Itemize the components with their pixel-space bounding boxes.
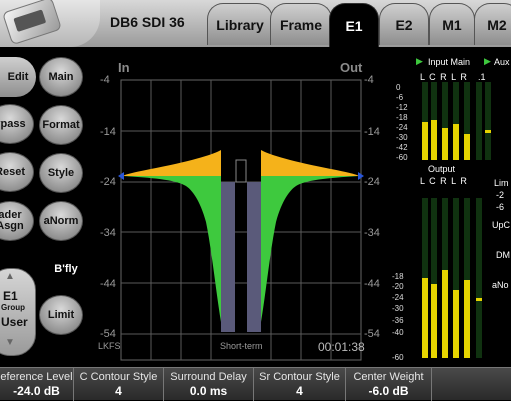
out-scale-6: -60	[392, 353, 404, 362]
limiter-value-2: -6	[496, 202, 505, 212]
param-reference-level[interactable]: eference Level -24.0 dB	[0, 368, 74, 401]
param-value: -6.0 dB	[368, 384, 409, 398]
output-label: Output	[428, 164, 456, 174]
param-value: -24.0 dB	[13, 384, 60, 398]
scale-right-3: -34	[364, 227, 380, 239]
scale-right-2: -24	[364, 176, 380, 188]
output-channel-labels: L C R L R	[420, 176, 468, 186]
out-scale-4: -36	[392, 316, 404, 325]
tab-e2[interactable]: E2	[379, 3, 429, 45]
param-label: Center Weight	[353, 371, 424, 383]
anorm-button[interactable]: aNorm	[39, 201, 83, 241]
aux-peak-marker	[485, 130, 491, 133]
scale-right-0: -4	[364, 74, 374, 86]
out-soft-wing	[261, 176, 359, 322]
param-center-weight[interactable]: Center Weight -6.0 dB	[346, 368, 432, 401]
param-surround-delay[interactable]: Surround Delay 0.0 ms	[164, 368, 254, 401]
parameter-bar: eference Level -24.0 dB C Contour Style …	[0, 367, 511, 401]
scale-left-5: -54	[100, 328, 116, 340]
in-soft-wing	[123, 176, 221, 322]
tab-frame[interactable]: Frame	[270, 3, 332, 45]
param-c-contour-style[interactable]: C Contour Style 4	[74, 368, 164, 401]
output-lfe-peak-marker	[476, 298, 482, 301]
meter-grid	[120, 79, 362, 361]
group-label: Group	[1, 303, 25, 312]
anorm-status-label: aNo	[492, 280, 509, 290]
param-label: Surround Delay	[170, 371, 247, 383]
in-level-bar	[221, 182, 235, 332]
mode-label: Short-term	[220, 341, 263, 351]
limiter-label: Lim	[494, 178, 509, 188]
butterfly-meter: In Out -4 -14 -24 -34 -44 -54 -4 -14 -24…	[96, 52, 386, 362]
out-scale-5: -40	[392, 328, 404, 337]
tab-m2[interactable]: M2	[474, 3, 511, 45]
in-label: In	[118, 60, 130, 75]
scale-right-1: -14	[364, 126, 380, 138]
main-button[interactable]: Main	[39, 57, 83, 97]
out-scale-1: -20	[392, 282, 404, 291]
device-icon	[2, 0, 62, 46]
scale-left-3: -34	[100, 227, 116, 239]
param-sr-contour-style[interactable]: Sr Contour Style 4	[254, 368, 346, 401]
out-scale-0: -18	[392, 272, 404, 281]
out-scale-2: -24	[392, 293, 404, 302]
out-scale-3: -30	[392, 304, 404, 313]
param-value: 4	[115, 384, 122, 398]
format-button[interactable]: Format	[39, 105, 83, 145]
scale-left-0: -4	[100, 74, 110, 86]
center-peak-marker	[235, 159, 247, 183]
group-selector[interactable]: ▲ E1 Group User ▼	[0, 268, 36, 356]
tab-library[interactable]: Library	[207, 3, 273, 45]
level-meters-panel: ▶ Input Main ▶ Aux L C R L R .1 0 -6 -12…	[388, 52, 511, 365]
limit-button[interactable]: Limit	[39, 295, 83, 335]
out-level-bar	[247, 182, 261, 332]
level-bars-graphic	[422, 82, 491, 358]
chevron-down-icon[interactable]: ▼	[5, 337, 15, 348]
tab-e1[interactable]: E1	[329, 3, 379, 47]
group-channel: E1	[3, 289, 18, 303]
device-area	[0, 0, 100, 47]
meter-graphic	[118, 79, 364, 361]
scale-left-2: -24	[100, 176, 116, 188]
param-label: Sr Contour Style	[259, 371, 340, 383]
unit-label: LKFS	[98, 341, 121, 351]
device-title: DB6 SDI 36	[110, 14, 185, 30]
style-button[interactable]: Style	[39, 153, 83, 193]
param-value: 0.0 ms	[189, 384, 228, 398]
group-user: User	[1, 315, 28, 329]
scale-left-4: -44	[100, 278, 116, 290]
out-label: Out	[340, 60, 363, 75]
out-loud-wing	[261, 150, 359, 176]
time-readout: 00:01:38	[318, 340, 365, 354]
tab-m1[interactable]: M1	[429, 3, 475, 45]
scale-right-4: -44	[364, 278, 380, 290]
upmix-label: UpC	[492, 220, 511, 230]
param-label: C Contour Style	[79, 371, 158, 383]
output-level-bars	[422, 270, 470, 358]
limiter-value-1: -2	[496, 190, 505, 200]
in-loud-wing	[123, 150, 221, 176]
param-label: eference Level	[0, 371, 73, 383]
param-value: 4	[296, 384, 303, 398]
chevron-up-icon[interactable]: ▲	[5, 271, 15, 282]
bfly-button[interactable]: B'fly	[36, 250, 96, 288]
scale-right-5: -54	[364, 328, 380, 340]
scale-left-1: -14	[100, 126, 116, 138]
downmix-label: DM	[496, 250, 510, 260]
